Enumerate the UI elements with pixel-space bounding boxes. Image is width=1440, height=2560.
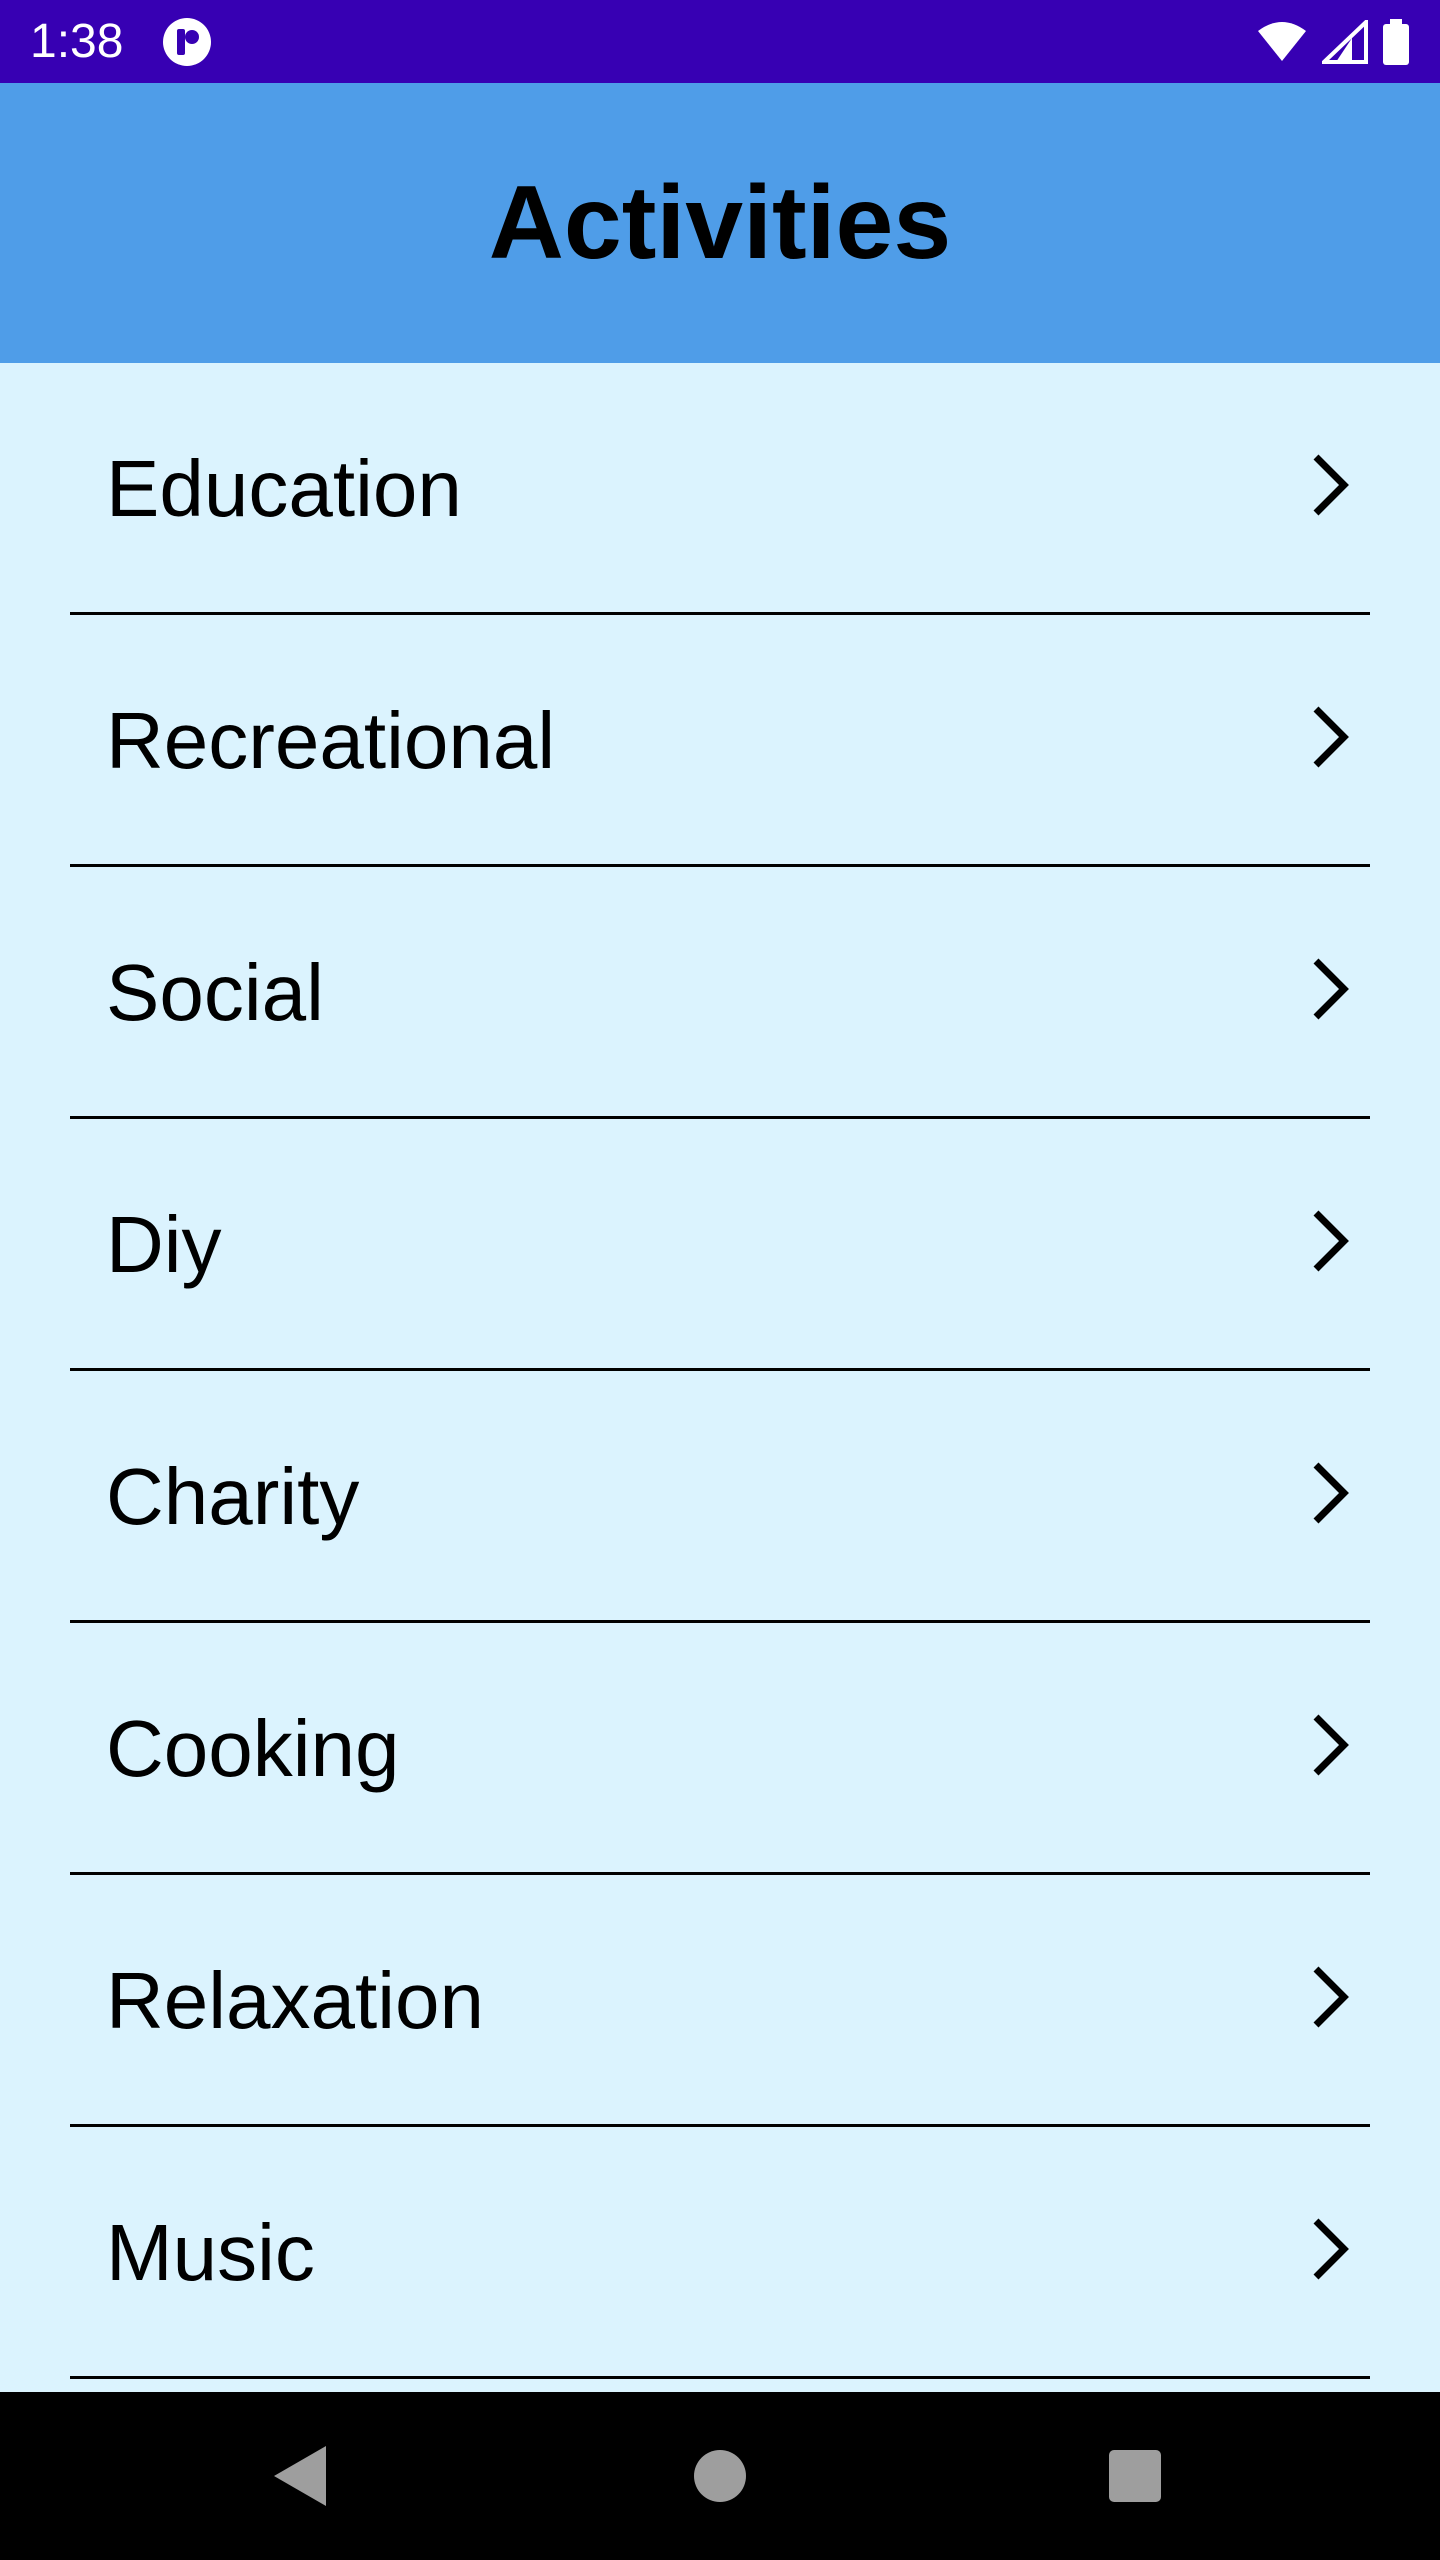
list-item-relaxation[interactable]: Relaxation: [70, 1875, 1370, 2127]
list-item-label: Education: [106, 444, 462, 533]
list-item-social[interactable]: Social: [70, 867, 1370, 1119]
chevron-right-icon: [1313, 1966, 1349, 2028]
list-item-label: Cooking: [106, 1704, 400, 1793]
chevron-right-icon: [1313, 454, 1349, 516]
status-icons: [1256, 18, 1410, 66]
home-icon[interactable]: [680, 2436, 760, 2516]
recents-icon[interactable]: [1095, 2436, 1175, 2516]
activities-list: Education Recreational Social Diy Charit…: [0, 363, 1440, 2392]
list-item-music[interactable]: Music: [70, 2127, 1370, 2379]
list-item-charity[interactable]: Charity: [70, 1371, 1370, 1623]
app-notification-icon: [163, 18, 211, 66]
list-item-label: Music: [106, 2208, 315, 2297]
app-bar: Activities: [0, 83, 1440, 363]
chevron-right-icon: [1313, 1210, 1349, 1272]
list-item-label: Relaxation: [106, 1956, 485, 2045]
list-item-recreational[interactable]: Recreational: [70, 615, 1370, 867]
list-item-label: Diy: [106, 1200, 222, 1289]
list-item-label: Social: [106, 948, 324, 1037]
chevron-right-icon: [1313, 706, 1349, 768]
status-bar: 1:38: [0, 0, 1440, 83]
chevron-right-icon: [1313, 1462, 1349, 1524]
system-nav-bar: [0, 2392, 1440, 2560]
wifi-icon: [1258, 22, 1306, 61]
chevron-right-icon: [1313, 958, 1349, 1020]
list-item-label: Charity: [106, 1452, 360, 1541]
list-item-cooking[interactable]: Cooking: [70, 1623, 1370, 1875]
list-item-label: Recreational: [106, 696, 556, 785]
signal-icon: [1322, 20, 1368, 64]
chevron-right-icon: [1313, 2218, 1349, 2280]
back-icon[interactable]: [260, 2436, 340, 2516]
status-time: 1:38: [30, 15, 124, 68]
page-title: Activities: [488, 164, 952, 281]
list-item-diy[interactable]: Diy: [70, 1119, 1370, 1371]
battery-icon: [1383, 19, 1409, 65]
list-item-education[interactable]: Education: [70, 363, 1370, 615]
chevron-right-icon: [1313, 1714, 1349, 1776]
